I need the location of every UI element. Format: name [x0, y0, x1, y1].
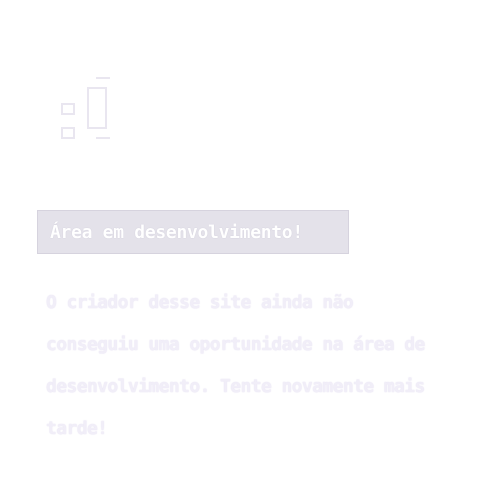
notice-message: O criador desse site ainda não conseguiu… [46, 292, 425, 439]
notice-title-box: Área em desenvolvimento! [37, 210, 349, 254]
page: Área em desenvolvimento! O criador desse… [0, 0, 500, 500]
pixel-logo-icon [58, 74, 114, 144]
notice-title: Área em desenvolvimento! [50, 221, 303, 243]
